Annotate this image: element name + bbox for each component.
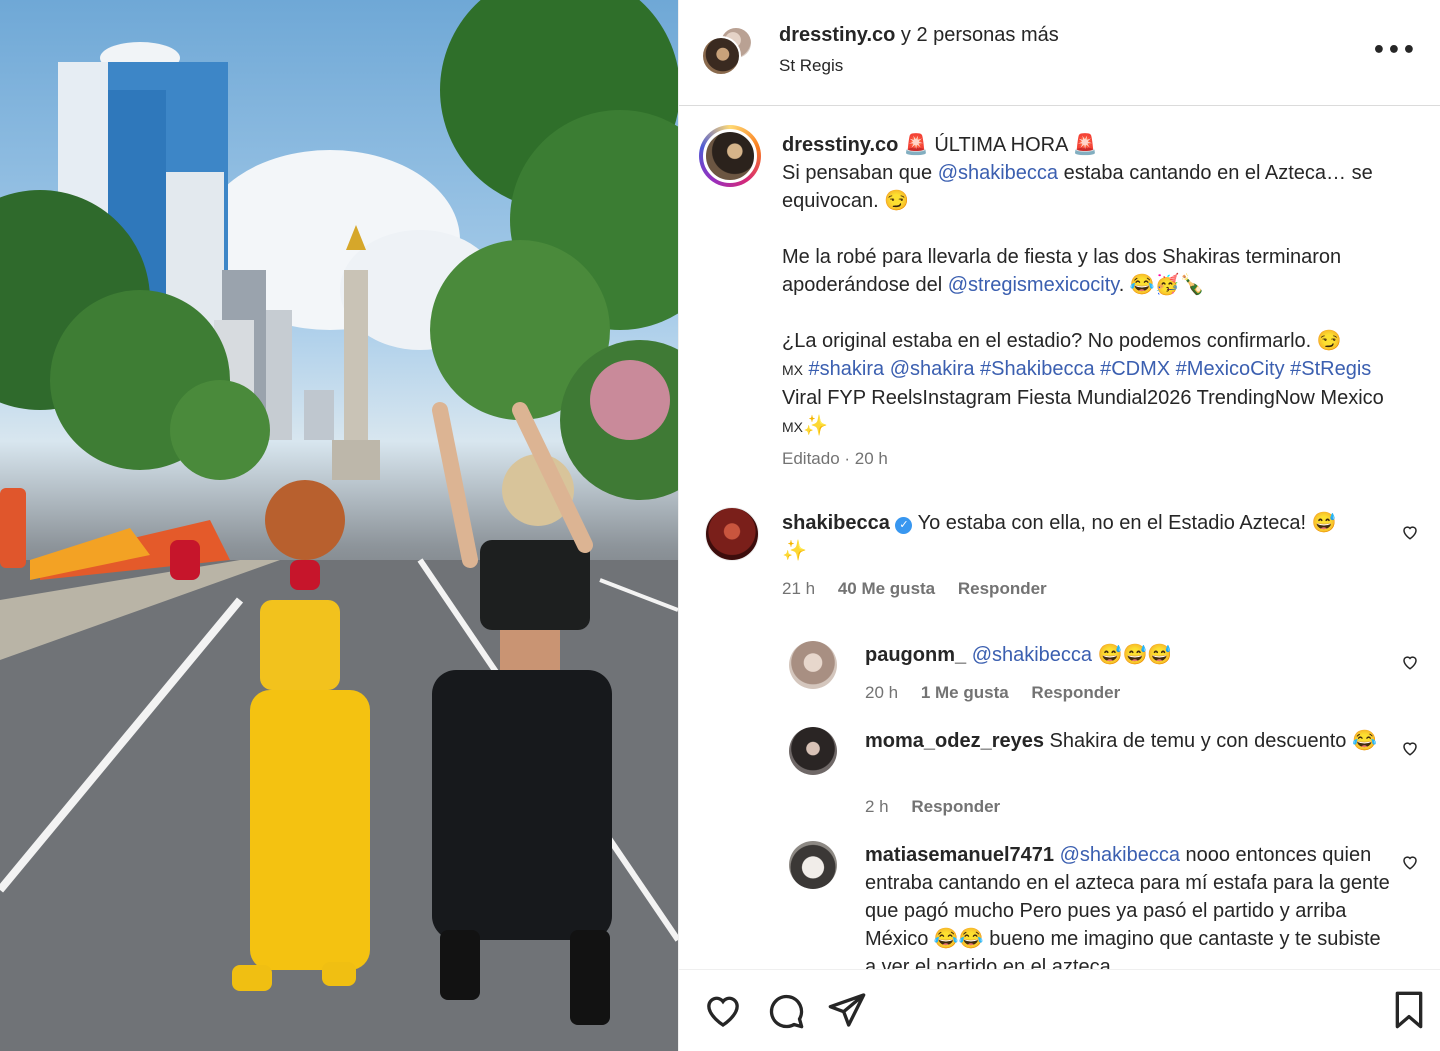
reply-time[interactable]: 20 h (865, 683, 898, 702)
header-author: dresstiny.co y 2 personas más (779, 24, 1059, 47)
reply-text: Shakira de temu y con descuento 😂 (1043, 730, 1377, 752)
caption-paragraph-2: Me la robé para llevarla de fiesta y las… (782, 243, 1412, 299)
reply-avatar[interactable] (789, 727, 837, 775)
reply-button[interactable]: Responder (911, 797, 1000, 816)
caption-headline: 🚨 ÚLTIMA HORA 🚨 (898, 134, 1098, 156)
comment-avatar[interactable] (705, 507, 759, 561)
hashtags[interactable]: #shakira @shakira #Shakibecca #CDMX #Mex… (803, 358, 1372, 380)
collab-avatar-primary[interactable] (701, 36, 741, 76)
caption-paragraph-1: dresstiny.co 🚨 ÚLTIMA HORA 🚨 Si pensaban… (782, 131, 1412, 215)
reply-avatar[interactable] (789, 841, 837, 889)
reply-avatar[interactable] (789, 641, 837, 689)
like-comment-heart-icon[interactable] (1401, 523, 1419, 541)
verified-badge-icon: ✓ (895, 517, 913, 534)
reply-meta: 2 h Responder (865, 797, 1000, 817)
reply-meta: 20 h 1 Me gusta Responder (865, 683, 1120, 703)
caption-edited-time: Editado · 20 h (782, 449, 888, 468)
reply-username[interactable]: paugonm_ (865, 644, 966, 666)
reply-button[interactable]: Responder (1031, 683, 1120, 702)
caption-paragraph-3: ¿La original estaba en el estadio? No po… (782, 327, 1412, 441)
post-sidebar: dresstiny.co y 2 personas más St Regis •… (678, 0, 1440, 1051)
header-location[interactable]: St Regis (779, 56, 843, 76)
like-reply-heart-icon[interactable] (1401, 739, 1419, 757)
caption-username[interactable]: dresstiny.co (782, 134, 898, 156)
reply-comment: moma_odez_reyes Shakira de temu y con de… (865, 727, 1395, 755)
comment-username[interactable]: shakibecca (782, 512, 890, 534)
like-reply-heart-icon[interactable] (1401, 653, 1419, 671)
reply-comment: matiasemanuel7471 @shakibecca nooo enton… (865, 841, 1395, 969)
reply-username[interactable]: matiasemanuel7471 (865, 844, 1054, 866)
more-options-icon[interactable]: ••• (1372, 38, 1417, 63)
caption-text: Viral FYP ReelsInstagram Fiesta Mundial2… (782, 387, 1384, 409)
comment-time[interactable]: 21 h (782, 579, 815, 598)
like-reply-heart-icon[interactable] (1401, 853, 1419, 871)
mention-link[interactable]: @shakibecca (938, 162, 1058, 184)
post-action-bar (679, 969, 1440, 1051)
heart-icon[interactable] (703, 990, 743, 1030)
mention-link[interactable]: @stregismexicocity (948, 274, 1119, 296)
bookmark-icon[interactable] (1389, 990, 1429, 1030)
comment-meta: 21 h 40 Me gusta Responder (782, 579, 1047, 599)
comment-likes[interactable]: 40 Me gusta (838, 579, 935, 598)
reply-username[interactable]: moma_odez_reyes (865, 730, 1044, 752)
photo-scene (0, 0, 678, 1051)
comment-icon[interactable] (765, 990, 805, 1030)
comment: shakibecca ✓ Yo estaba con ella, no en e… (782, 509, 1362, 565)
caption-text: . 😂🥳🍾 (1118, 274, 1205, 296)
reply-text: 😅😅😅 (1092, 644, 1173, 666)
post-photo[interactable] (0, 0, 678, 1051)
header-collaborators[interactable]: y 2 personas más (901, 24, 1059, 46)
mention-link[interactable]: @shakibecca (972, 644, 1092, 666)
caption-text: Si pensaban que (782, 162, 938, 184)
caption-text: ¿La original estaba en el estadio? No po… (782, 330, 1342, 352)
comments-section[interactable]: dresstiny.co 🚨 ÚLTIMA HORA 🚨 Si pensaban… (679, 107, 1440, 969)
post-caption: dresstiny.co 🚨 ÚLTIMA HORA 🚨 Si pensaban… (782, 131, 1412, 441)
header-username[interactable]: dresstiny.co (779, 24, 895, 46)
caption-avatar[interactable] (703, 129, 757, 183)
reply-likes[interactable]: 1 Me gusta (921, 683, 1009, 702)
mention-link[interactable]: @shakibecca (1060, 844, 1180, 866)
post-header: dresstiny.co y 2 personas más St Regis •… (679, 0, 1440, 106)
reply-comment: paugonm_ @shakibecca 😅😅😅 (865, 641, 1395, 669)
flag-mx-icon: MX (782, 419, 803, 435)
reply-time[interactable]: 2 h (865, 797, 889, 816)
sparkles-icon: ✨ (803, 415, 828, 437)
flag-mx-icon: MX (782, 362, 803, 378)
paper-plane-icon[interactable] (827, 990, 867, 1030)
reply-button[interactable]: Responder (958, 579, 1047, 598)
